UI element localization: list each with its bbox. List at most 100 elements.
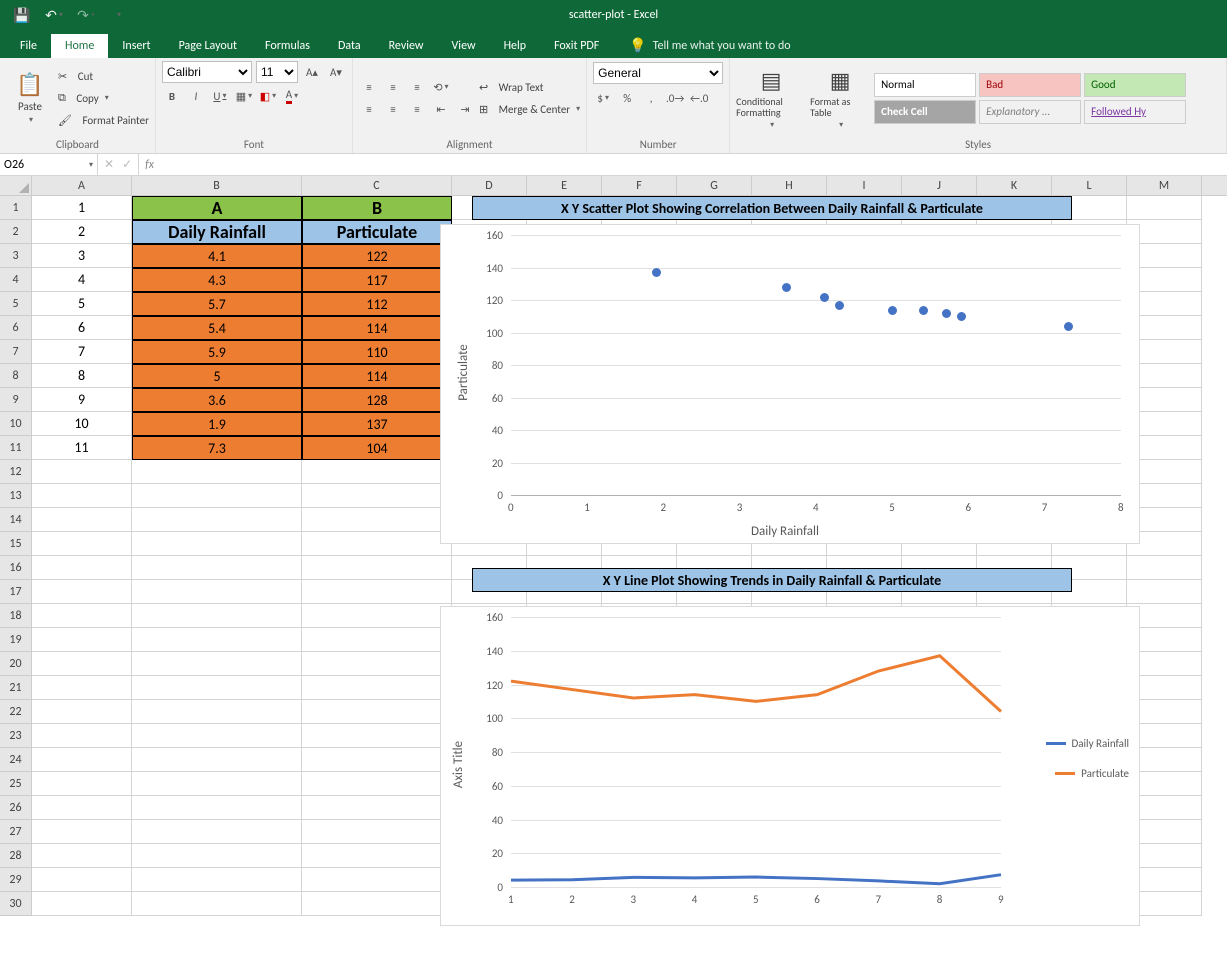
cell[interactable] (32, 532, 132, 556)
tab-page-layout[interactable]: Page Layout (165, 34, 251, 58)
cell[interactable]: B (302, 196, 452, 220)
cell[interactable]: 3.6 (132, 388, 302, 412)
align-bottom-icon[interactable]: ≡ (407, 77, 427, 97)
cell[interactable] (302, 556, 452, 580)
cell[interactable] (132, 700, 302, 724)
cell[interactable] (32, 868, 132, 892)
cell[interactable]: 7.3 (132, 436, 302, 460)
cell[interactable]: 4.3 (132, 268, 302, 292)
cell[interactable]: 114 (302, 316, 452, 340)
row-header[interactable]: 5 (0, 292, 32, 316)
name-box[interactable]: O26▾ (0, 154, 98, 175)
col-header-H[interactable]: H (752, 176, 827, 195)
cell[interactable] (302, 748, 452, 772)
cell[interactable]: Daily Rainfall (132, 220, 302, 244)
enter-icon[interactable]: ✓ (122, 157, 132, 172)
row-header[interactable]: 8 (0, 364, 32, 388)
tab-foxit[interactable]: Foxit PDF (540, 34, 613, 58)
tab-file[interactable]: File (6, 34, 51, 58)
col-header-G[interactable]: G (677, 176, 752, 195)
increase-decimal-icon[interactable]: .0→ (665, 88, 685, 108)
cell[interactable] (32, 772, 132, 796)
align-left-icon[interactable]: ≡ (359, 99, 379, 119)
cell[interactable]: 104 (302, 436, 452, 460)
cell[interactable] (32, 844, 132, 868)
col-header-A[interactable]: A (32, 176, 132, 195)
row-header[interactable]: 20 (0, 652, 32, 676)
percent-format-icon[interactable]: % (617, 88, 637, 108)
row-header[interactable]: 4 (0, 268, 32, 292)
cell[interactable] (132, 772, 302, 796)
cell[interactable]: Particulate (302, 220, 452, 244)
cell[interactable] (302, 580, 452, 604)
conditional-formatting-button[interactable]: ▤ Conditional Formatting▾ (736, 65, 806, 131)
row-header[interactable]: 11 (0, 436, 32, 460)
cell[interactable]: 9 (32, 388, 132, 412)
col-header-B[interactable]: B (132, 176, 302, 195)
font-name-select[interactable]: Calibri (162, 61, 252, 83)
accounting-format-icon[interactable]: $▾ (593, 88, 613, 108)
row-header[interactable]: 3 (0, 244, 32, 268)
cell[interactable] (302, 700, 452, 724)
cell[interactable] (32, 604, 132, 628)
cell-styles-gallery[interactable]: Normal Bad Good Check Cell Explanatory .… (874, 73, 1186, 124)
style-good[interactable]: Good (1084, 73, 1186, 97)
cell[interactable]: 114 (302, 364, 452, 388)
cell[interactable] (132, 820, 302, 844)
style-check-cell[interactable]: Check Cell (874, 100, 976, 124)
cell[interactable]: 5 (132, 364, 302, 388)
row-header[interactable]: 9 (0, 388, 32, 412)
cell[interactable]: 117 (302, 268, 452, 292)
redo-icon[interactable]: ↷▾ (72, 3, 100, 27)
row-header[interactable]: 27 (0, 820, 32, 844)
cell[interactable] (302, 628, 452, 652)
line-chart[interactable]: Axis Title Daily Rainfall Particulate 02… (440, 606, 1140, 926)
tell-me-search[interactable]: 💡 Tell me what you want to do (621, 33, 798, 58)
cell[interactable]: 3 (32, 244, 132, 268)
fx-icon[interactable]: fx (139, 154, 160, 175)
cell[interactable] (1127, 556, 1202, 580)
cell[interactable] (32, 820, 132, 844)
col-header-C[interactable]: C (302, 176, 452, 195)
cell[interactable] (32, 676, 132, 700)
cell[interactable] (302, 724, 452, 748)
row-header[interactable]: 14 (0, 508, 32, 532)
col-header-I[interactable]: I (827, 176, 902, 195)
cell[interactable] (132, 868, 302, 892)
cell[interactable]: 7 (32, 340, 132, 364)
cell[interactable] (132, 556, 302, 580)
style-explanatory[interactable]: Explanatory ... (979, 100, 1081, 124)
row-header[interactable]: 16 (0, 556, 32, 580)
number-format-select[interactable]: General (593, 62, 723, 84)
cell[interactable] (302, 892, 452, 916)
decrease-font-icon[interactable]: A▾ (326, 62, 346, 82)
row-header[interactable]: 24 (0, 748, 32, 772)
tab-view[interactable]: View (438, 34, 490, 58)
cell[interactable] (132, 676, 302, 700)
cell[interactable]: 8 (32, 364, 132, 388)
decrease-indent-icon[interactable]: ⇤ (431, 99, 451, 119)
row-header[interactable]: 23 (0, 724, 32, 748)
align-top-icon[interactable]: ≡ (359, 77, 379, 97)
formula-input[interactable] (160, 154, 1227, 175)
cell[interactable] (32, 508, 132, 532)
tab-insert[interactable]: Insert (108, 34, 164, 58)
row-header[interactable]: 19 (0, 628, 32, 652)
cell[interactable] (302, 796, 452, 820)
cell[interactable]: 137 (302, 412, 452, 436)
cell[interactable]: 10 (32, 412, 132, 436)
cell[interactable] (132, 844, 302, 868)
cell[interactable]: 5.4 (132, 316, 302, 340)
style-normal[interactable]: Normal (874, 73, 976, 97)
cell[interactable]: 6 (32, 316, 132, 340)
cell[interactable] (132, 604, 302, 628)
cell[interactable] (32, 628, 132, 652)
row-header[interactable]: 15 (0, 532, 32, 556)
cell[interactable]: 122 (302, 244, 452, 268)
cell[interactable] (32, 484, 132, 508)
cell[interactable] (32, 652, 132, 676)
row-header[interactable]: 30 (0, 892, 32, 916)
cell[interactable] (32, 460, 132, 484)
cell[interactable]: 2 (32, 220, 132, 244)
col-header-L[interactable]: L (1052, 176, 1127, 195)
